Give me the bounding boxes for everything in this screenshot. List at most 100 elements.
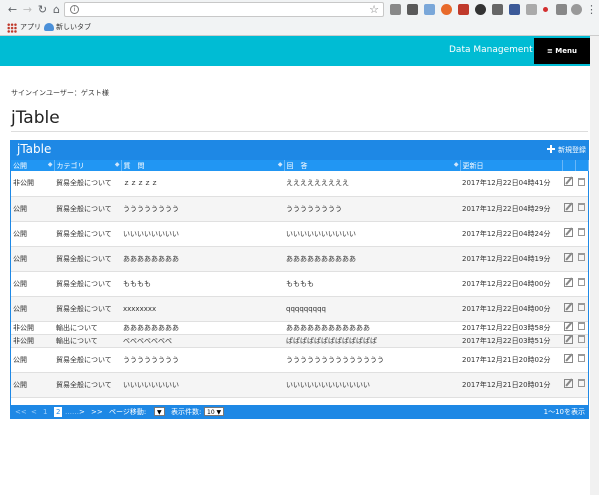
site-info-icon[interactable]: i: [70, 5, 79, 14]
trash-icon[interactable]: [578, 322, 585, 330]
cell-updated: 2017年12月22日04時19分: [460, 246, 562, 272]
menu-button[interactable]: ≡ Menu: [534, 38, 590, 64]
cell-updated: 2017年12月22日04時00分: [460, 271, 562, 297]
table-row[interactable]: 非公開 輸出について べべべべべべべ ぱぱぱぱぱぱぱぱぱぱぱぱぱ 2017年12月22日…: [11, 334, 588, 348]
extension-icon[interactable]: [509, 4, 520, 15]
trash-icon[interactable]: [578, 228, 585, 236]
cell-public: 公開: [11, 372, 54, 398]
cell-public: 非公開: [11, 171, 54, 197]
cell-updated: 2017年12月22日04時00分: [460, 296, 562, 322]
record-range: 1～10を表示: [543, 408, 585, 416]
page-prev-button[interactable]: <: [31, 407, 37, 417]
page-next-button[interactable]: >: [79, 407, 85, 417]
edit-icon[interactable]: [564, 202, 573, 212]
cloud-icon[interactable]: [44, 23, 54, 31]
bookmark-apps[interactable]: アプリ: [20, 22, 41, 32]
column-header-edit: [562, 160, 576, 171]
table-row[interactable]: 公開 貿易全般について xxxxxxxx qqqqqqqqq 2017年12月22日04…: [11, 296, 588, 322]
page-title: jTable: [11, 108, 60, 128]
cell-category: 貿易全般について: [54, 271, 121, 297]
sort-icon: ◆: [453, 161, 459, 168]
edit-icon[interactable]: [564, 227, 573, 237]
cell-delete: [575, 171, 588, 197]
cell-answer: ああああああああああああ: [284, 321, 460, 335]
cell-answer: ああああああああああ: [284, 246, 460, 272]
cell-public: 公開: [11, 347, 54, 373]
brand-title[interactable]: Data Management: [449, 45, 533, 55]
cell-answer: いいいいいいいいいいいい: [284, 372, 460, 398]
page-2-button[interactable]: 2: [54, 407, 63, 417]
add-record-button[interactable]: 新規登録: [547, 144, 586, 157]
cell-delete: [575, 296, 588, 322]
apps-icon[interactable]: [7, 23, 17, 33]
column-header-question[interactable]: 質 問 ◆: [121, 160, 285, 171]
column-header-public[interactable]: 公開 ◆: [11, 160, 55, 171]
edit-icon[interactable]: [564, 353, 573, 363]
table-row[interactable]: 公開 貿易全般について いいいいいいいい いいいいいいいいいい 2017年12月22日0…: [11, 221, 588, 247]
extension-icon[interactable]: [492, 4, 503, 15]
jtable-table: 公開 ◆ カテゴリ ◆ 質 問 ◆ 回 答 ◆ 更新日 非公開 貿易全般について ｚｚｚｚｚ…: [11, 160, 589, 398]
trash-icon[interactable]: [578, 278, 585, 286]
page-scrollbar[interactable]: [590, 36, 599, 495]
edit-icon[interactable]: [564, 302, 573, 312]
table-row[interactable]: 公開 貿易全般について ああああああああ ああああああああああ 2017年12月22日0…: [11, 246, 588, 272]
trash-icon[interactable]: [578, 335, 585, 343]
extension-icon[interactable]: [441, 4, 452, 15]
reload-icon[interactable]: ↻: [36, 3, 49, 16]
page-last-button[interactable]: >>: [91, 407, 103, 417]
more-menu-icon[interactable]: ⋮: [585, 3, 598, 16]
extension-icon[interactable]: [390, 4, 401, 15]
page-1-button[interactable]: 1: [43, 407, 47, 417]
forward-icon[interactable]: →: [21, 3, 34, 16]
edit-icon[interactable]: [564, 177, 573, 187]
cell-updated: 2017年12月22日04時29分: [460, 196, 562, 222]
cell-answer: えええええええええ: [284, 171, 460, 197]
extension-icon[interactable]: [424, 4, 435, 15]
cell-edit: [562, 171, 575, 197]
edit-icon[interactable]: [564, 378, 573, 388]
per-page-select[interactable]: 10 ▼: [204, 407, 225, 416]
trash-icon[interactable]: [578, 177, 585, 186]
extension-icon[interactable]: [526, 4, 537, 15]
table-row[interactable]: 公開 貿易全般について うううううううう うううううううう 2017年12月22日04時…: [11, 196, 588, 222]
trash-icon[interactable]: [578, 354, 585, 362]
table-row[interactable]: 公開 貿易全般について いいいいいいいい いいいいいいいいいいいい 2017年12月21…: [11, 372, 588, 398]
trash-icon[interactable]: [578, 379, 585, 387]
back-icon[interactable]: ←: [6, 3, 19, 16]
extension-icon[interactable]: [407, 4, 418, 15]
bookmark-star-icon[interactable]: ☆: [369, 3, 379, 16]
bookmark-new-tab[interactable]: 新しいタブ: [56, 22, 91, 32]
extension-icon[interactable]: [475, 4, 486, 15]
extension-icon[interactable]: [556, 4, 567, 15]
trash-icon[interactable]: [578, 253, 585, 261]
cell-question: いいいいいいいい: [121, 221, 284, 247]
column-header-category[interactable]: カテゴリ ◆: [54, 160, 122, 171]
plus-icon: [547, 145, 555, 153]
address-bar[interactable]: i ☆: [64, 2, 384, 17]
cell-question: いいいいいいいい: [121, 372, 284, 398]
cell-category: 輸出について: [54, 334, 121, 348]
trash-icon[interactable]: [578, 303, 585, 311]
cell-edit: [562, 196, 575, 222]
cell-delete: [575, 196, 588, 222]
column-header-updated[interactable]: 更新日: [460, 160, 563, 171]
cell-delete: [575, 271, 588, 297]
table-row[interactable]: 公開 貿易全般について もももも もももも 2017年12月22日04時00分: [11, 271, 588, 297]
table-row[interactable]: 非公開 貿易全般について ｚｚｚｚｚ えええええええええ 2017年12月22日04時4…: [11, 171, 588, 197]
extension-icon[interactable]: [458, 4, 469, 15]
home-icon[interactable]: ⌂: [50, 3, 63, 16]
edit-icon[interactable]: [564, 252, 573, 262]
column-header-answer[interactable]: 回 答 ◆: [284, 160, 461, 171]
cell-category: 貿易全般について: [54, 347, 121, 373]
goto-page-select[interactable]: ▼: [154, 407, 165, 416]
profile-icon[interactable]: [571, 4, 582, 15]
table-row[interactable]: 非公開 輸出について ああああああああ ああああああああああああ 2017年12月22日…: [11, 321, 588, 335]
trash-icon[interactable]: [578, 203, 585, 211]
table-row[interactable]: 公開 貿易全般について うううううううう うううううううううううううう 2017年12月…: [11, 347, 588, 373]
cell-edit: [562, 246, 575, 272]
edit-icon[interactable]: [564, 277, 573, 287]
page-first-button[interactable]: <<: [15, 407, 27, 417]
edit-icon[interactable]: [564, 334, 573, 344]
extension-icon[interactable]: [543, 7, 548, 12]
edit-icon[interactable]: [564, 321, 573, 331]
